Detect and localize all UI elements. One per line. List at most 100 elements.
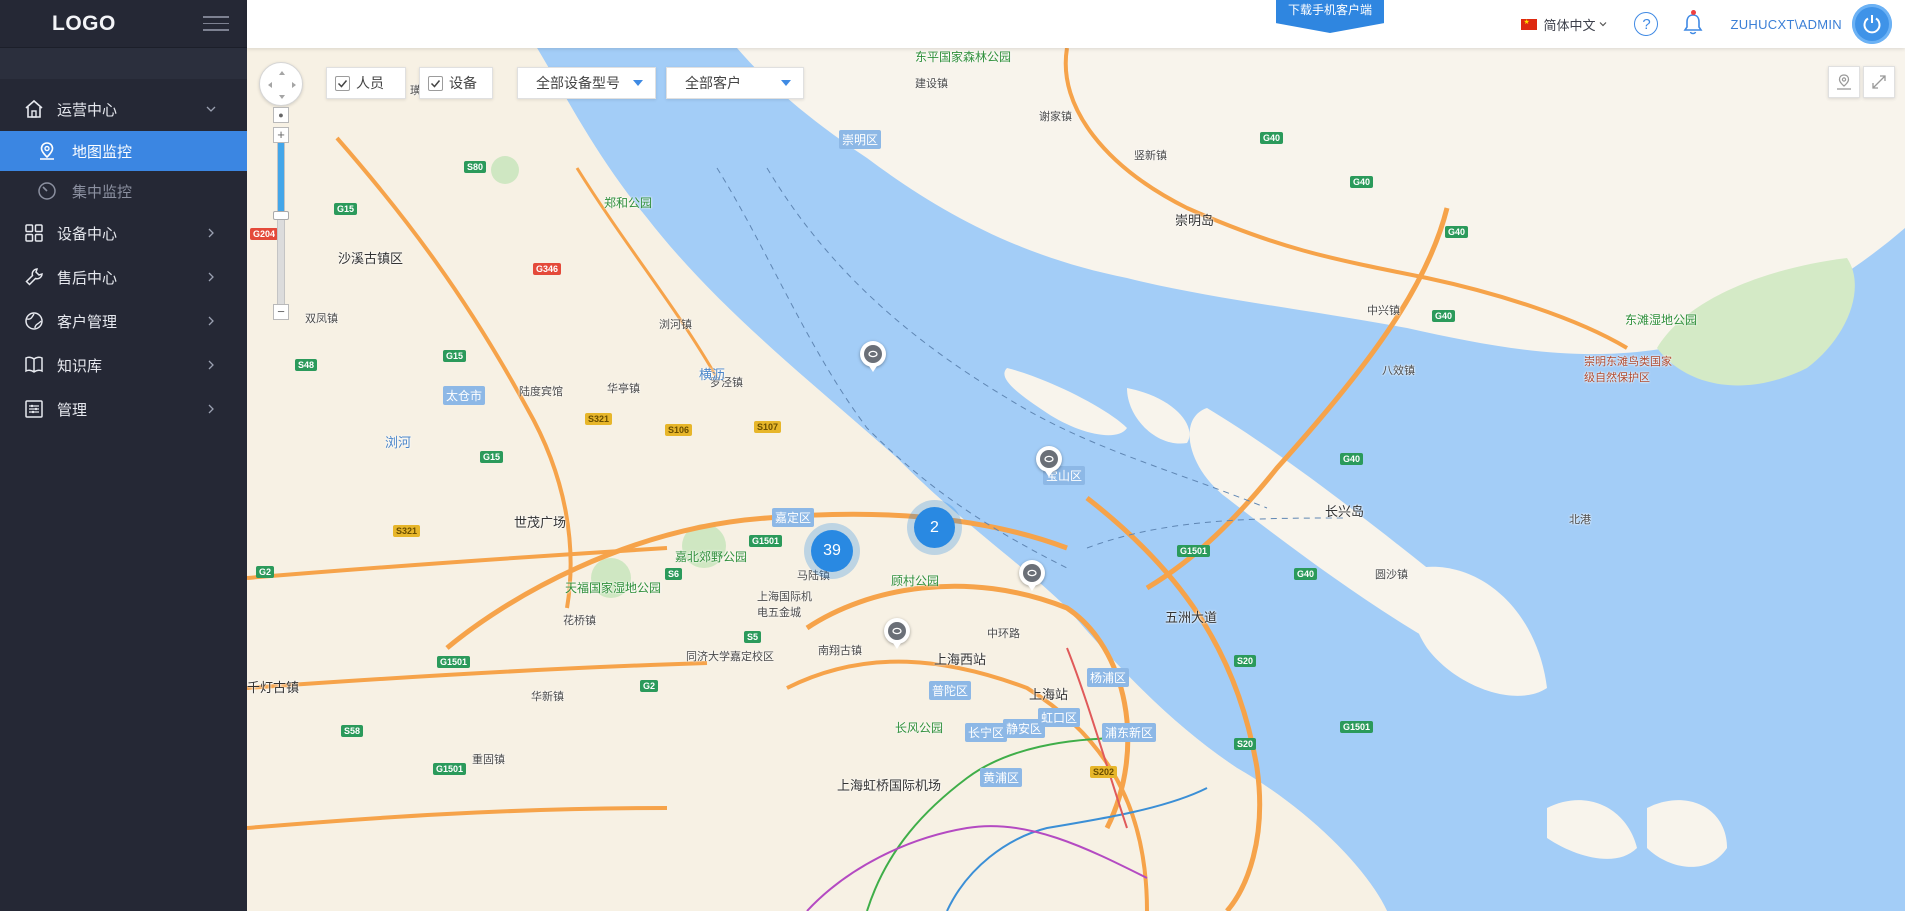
zoom-slider[interactable] (273, 143, 289, 304)
place-label: 沙溪古镇区 (338, 251, 404, 266)
china-flag-icon (1521, 18, 1538, 30)
sidebar-subitem-label: 地图监控 (72, 143, 133, 161)
device-cluster-marker[interactable]: 2 (914, 507, 955, 548)
device-filter-checkbox[interactable]: 设备 (419, 67, 493, 99)
logout-power-icon[interactable] (1852, 4, 1892, 44)
place-label: 双凤镇 (305, 313, 338, 325)
fullscreen-icon[interactable] (1863, 66, 1895, 98)
sidebar-item-operations[interactable]: 运营中心 (0, 87, 247, 131)
road-shield: G346 (533, 263, 562, 275)
help-icon[interactable]: ? (1634, 12, 1659, 36)
zoom-out-button[interactable]: − (273, 304, 289, 320)
device-marker-icon[interactable] (1019, 560, 1045, 591)
zoom-level-fill (278, 143, 284, 213)
road-shield: S5 (744, 631, 762, 643)
place-label: 浏河镇 (659, 319, 692, 331)
sidebar-subitem-label: 集中监控 (72, 183, 133, 201)
chevron-right-icon (208, 316, 214, 326)
road-shield: G40 (1432, 310, 1456, 322)
notification-bell-icon[interactable] (1682, 10, 1704, 36)
grid-icon (22, 221, 46, 245)
settings-list-icon (22, 397, 46, 421)
road-shield: S321 (393, 525, 421, 537)
road-shield: G1501 (1177, 545, 1211, 557)
road-shield: S107 (754, 421, 782, 433)
sidebar: LOGO 运营中心 地图监控 集中监控 设备中心 售后中心 客户管理 知识库 管… (0, 0, 247, 911)
road-shield: G40 (1445, 226, 1469, 238)
sidebar-subitem-central-monitor[interactable]: 集中监控 (0, 171, 247, 211)
place-label: 长风公园 (895, 721, 944, 735)
road-shield: S58 (341, 725, 364, 737)
sidebar-item-knowledge-base[interactable]: 知识库 (0, 343, 247, 387)
place-label: 世茂广场 (514, 515, 567, 530)
chevron-down-icon (206, 106, 216, 112)
reset-view-icon[interactable]: ● (273, 107, 289, 123)
checkbox-icon (335, 75, 350, 91)
device-marker-icon[interactable] (860, 341, 886, 372)
road-label: 中环路 (987, 628, 1020, 640)
device-model-select[interactable]: 全部设备型号 (517, 67, 656, 99)
sidebar-item-management[interactable]: 管理 (0, 387, 247, 431)
top-header: 下载手机客户端 简体中文 ? ZUHUCXT\ADMIN (247, 0, 1905, 48)
place-label: 建设镇 (915, 78, 948, 90)
place-label: 同济大学嘉定校区 (686, 651, 774, 663)
customer-select[interactable]: 全部客户 (666, 67, 804, 99)
zoom-slider-handle[interactable] (273, 211, 289, 220)
language-label: 简体中文 (1543, 17, 1596, 33)
place-label: 五洲大道 (1165, 610, 1218, 625)
place-label: 东滩湿地公园 (1625, 313, 1698, 327)
district-label: 崇明区 (839, 130, 882, 149)
road-shield: G15 (334, 203, 358, 215)
sidebar-item-device-center[interactable]: 设备中心 (0, 211, 247, 255)
road-shield: S80 (464, 161, 487, 173)
place-label: 千灯古镇 (247, 680, 300, 695)
place-label: 上海虹桥国际机场 (837, 778, 942, 793)
district-label: 太仓市 (443, 386, 486, 405)
select-value: 全部设备型号 (536, 75, 620, 91)
place-label: 华新镇 (531, 691, 564, 703)
place-label: 花桥镇 (563, 615, 596, 627)
download-app-button[interactable]: 下载手机客户端 (1276, 0, 1384, 33)
sidebar-item-customers[interactable]: 客户管理 (0, 299, 247, 343)
chevron-right-icon (208, 360, 214, 370)
district-label: 杨浦区 (1087, 668, 1130, 687)
place-label: 嘉北郊野公园 (675, 550, 748, 564)
chevron-right-icon (208, 272, 214, 282)
sidebar-item-label: 运营中心 (57, 101, 118, 119)
place-label: 中兴镇 (1367, 305, 1400, 317)
language-selector[interactable]: 简体中文 (1521, 15, 1608, 34)
checkbox-label: 人员 (356, 75, 384, 91)
zoom-in-button[interactable]: + (273, 127, 289, 143)
select-value: 全部客户 (685, 75, 741, 91)
sidebar-item-after-sales[interactable]: 售后中心 (0, 255, 247, 299)
place-label: 上海国际机电五金城 (757, 591, 812, 619)
road-shield: G40 (1340, 453, 1364, 465)
device-cluster-marker[interactable]: 39 (811, 530, 853, 572)
place-label: 上海站 (1029, 687, 1069, 702)
map-pin-icon (36, 140, 58, 162)
locate-icon[interactable] (1828, 66, 1860, 98)
place-label: 长兴岛 (1325, 504, 1365, 519)
person-filter-checkbox[interactable]: 人员 (326, 67, 406, 99)
sidebar-spacer (0, 48, 247, 79)
user-name[interactable]: ZUHUCXT\ADMIN (1730, 17, 1842, 32)
device-marker-icon[interactable] (1036, 446, 1062, 477)
place-label: 顾村公园 (891, 574, 940, 588)
road-shield: G15 (480, 451, 504, 463)
map-canvas[interactable]: 东平国家森林公园 建设镇 崇明区 谢家镇 竖新镇 崇明岛 郑和公园 沙溪古镇区 … (247, 48, 1905, 911)
device-marker-icon[interactable] (884, 618, 910, 649)
road-shield: G2 (640, 680, 659, 692)
map-pan-control[interactable] (259, 62, 303, 106)
home-icon (22, 97, 46, 121)
logo-bar: LOGO (0, 0, 247, 48)
place-label: 重固镇 (472, 754, 505, 766)
chevron-right-icon (208, 404, 214, 414)
place-label: 圆沙镇 (1375, 569, 1408, 581)
place-label: 上海西站 (934, 652, 987, 667)
road-shield: S20 (1234, 655, 1257, 667)
menu-toggle-icon[interactable] (203, 16, 229, 31)
sidebar-subitem-map-monitor[interactable]: 地图监控 (0, 131, 247, 171)
road-shield: S321 (585, 413, 613, 425)
place-label: 崇明东滩鸟类国家级自然保护区 (1584, 356, 1672, 384)
gauge-icon (36, 180, 58, 202)
